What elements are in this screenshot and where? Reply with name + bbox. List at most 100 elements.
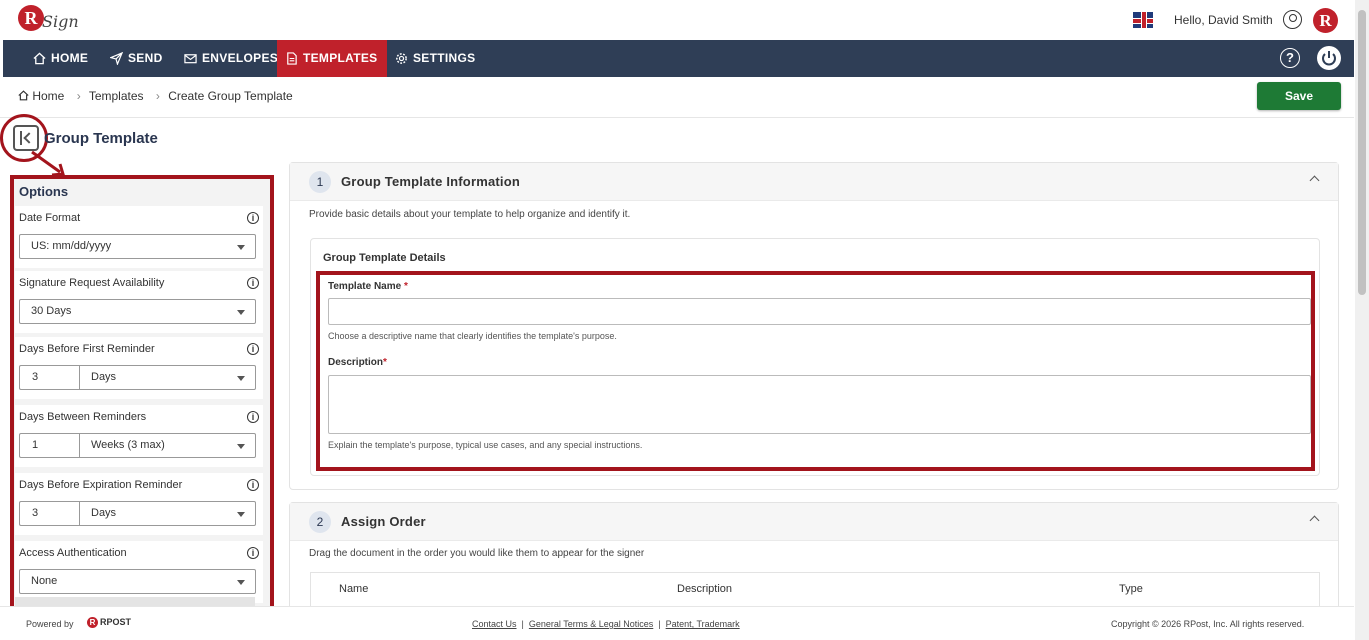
date-format-value: US: mm/dd/yyyy <box>31 240 112 252</box>
nav-send-label: SEND <box>128 51 163 65</box>
powered-by-text: Powered by <box>26 619 74 629</box>
access-auth-value: None <box>31 575 58 587</box>
caret-down-icon <box>237 444 245 449</box>
breadcrumb: Home › Templates › Create Group Template <box>18 89 297 103</box>
uk-flag-icon[interactable] <box>1133 12 1153 28</box>
options-title: Options <box>19 184 69 199</box>
section-order-description: Drag the document in the order you would… <box>309 548 645 559</box>
first-reminder-unit-select[interactable]: Days <box>79 365 256 390</box>
access-auth-label: Access Authentication <box>19 547 127 559</box>
footer-links: Contact Us | General Terms & Legal Notices… <box>472 619 740 629</box>
info-icon[interactable]: i <box>247 479 259 491</box>
save-button[interactable]: Save <box>1257 82 1341 110</box>
availability-select[interactable]: 30 Days <box>19 299 256 324</box>
brand-r-icon[interactable]: R <box>1313 8 1338 33</box>
required-marker: * <box>383 357 387 368</box>
rpost-logo: R RPOST <box>87 617 132 629</box>
page-title: Group Template <box>44 130 158 147</box>
user-profile-icon[interactable] <box>1283 10 1302 29</box>
nav-templates[interactable]: TEMPLATES <box>277 40 388 77</box>
vertical-scrollbar[interactable] <box>1355 0 1369 640</box>
home-icon <box>33 52 46 65</box>
nav-send[interactable]: SEND <box>102 40 163 77</box>
column-header-type[interactable]: Type <box>1119 583 1143 595</box>
column-header-description[interactable]: Description <box>677 583 732 595</box>
description-textarea[interactable] <box>328 375 1311 434</box>
section-info-header[interactable]: 1 Group Template Information <box>290 163 1338 201</box>
expiration-reminder-unit-select[interactable]: Days <box>79 501 256 526</box>
between-reminders-label: Days Between Reminders <box>19 411 147 423</box>
first-reminder-group: Days Before First Reminder i 3 Days <box>15 337 263 399</box>
logo-sign-text: Sign <box>42 12 79 31</box>
availability-label: Signature Request Availability <box>19 277 165 289</box>
first-reminder-unit: Days <box>91 371 117 383</box>
details-highlight: Template Name * Choose a descriptive nam… <box>316 271 1315 471</box>
scrollbar-thumb[interactable] <box>1358 10 1366 295</box>
template-details-box: Group Template Details Template Name * C… <box>310 238 1320 476</box>
caret-down-icon <box>237 310 245 315</box>
nav-home[interactable]: HOME <box>25 40 88 77</box>
logo-r: R <box>18 5 44 31</box>
date-format-select[interactable]: US: mm/dd/yyyy <box>19 234 256 259</box>
first-reminder-number[interactable]: 3 <box>19 365 79 390</box>
access-auth-group: Access Authentication i None <box>15 541 263 603</box>
rpost-r-icon: R <box>87 617 98 629</box>
section-order-title: Assign Order <box>341 514 426 529</box>
envelope-icon <box>184 54 197 64</box>
breadcrumb-separator: › <box>155 89 160 103</box>
info-icon[interactable]: i <box>247 547 259 559</box>
expiration-reminder-unit: Days <box>91 507 117 519</box>
section-order-header[interactable]: 2 Assign Order <box>290 503 1338 541</box>
description-label-text: Description <box>328 357 384 368</box>
details-title: Group Template Details <box>323 252 446 264</box>
date-format-label: Date Format <box>19 212 81 224</box>
rsign-logo[interactable]: R Sign <box>18 5 79 35</box>
nav-home-label: HOME <box>51 51 89 65</box>
user-greeting: Hello, David Smith <box>1174 13 1273 27</box>
patent-link[interactable]: Patent, Trademark <box>666 619 740 629</box>
contact-us-link[interactable]: Contact Us <box>472 619 517 629</box>
nav-settings-label: SETTINGS <box>413 51 476 65</box>
column-header-name[interactable]: Name <box>339 583 368 595</box>
footer: Powered by R RPOST Contact Us | General Ter… <box>0 606 1354 640</box>
nav-settings[interactable]: SETTINGS <box>387 40 475 77</box>
power-icon[interactable] <box>1317 46 1341 70</box>
caret-down-icon <box>237 245 245 250</box>
nav-templates-label: TEMPLATES <box>303 51 378 65</box>
access-auth-select[interactable]: None <box>19 569 256 594</box>
pipe-divider: | <box>521 619 524 629</box>
nav-envelopes[interactable]: ENVELOPES <box>176 40 278 77</box>
between-reminders-unit: Weeks (3 max) <box>91 439 165 451</box>
description-hint: Explain the template's purpose, typical … <box>328 440 643 450</box>
breadcrumb-templates[interactable]: Templates <box>89 89 144 103</box>
caret-down-icon <box>237 580 245 585</box>
options-panel: Options Date Format i US: mm/dd/yyyy Sig… <box>10 175 274 611</box>
help-icon[interactable]: ? <box>1280 48 1300 68</box>
section-info-description: Provide basic details about your templat… <box>309 209 631 220</box>
template-name-input[interactable] <box>328 298 1311 325</box>
between-reminders-group: Days Between Reminders i 1 Weeks (3 max) <box>15 405 263 467</box>
caret-down-icon <box>237 376 245 381</box>
breadcrumb-home[interactable]: Home <box>32 89 64 103</box>
step-number: 2 <box>309 511 331 533</box>
info-icon[interactable]: i <box>247 277 259 289</box>
info-icon[interactable]: i <box>247 212 259 224</box>
section-info-card: 1 Group Template Information Provide bas… <box>289 162 1339 490</box>
chevron-up-icon[interactable] <box>1309 515 1320 526</box>
between-reminders-unit-select[interactable]: Weeks (3 max) <box>79 433 256 458</box>
availability-value: 30 Days <box>31 305 72 317</box>
expiration-reminder-number[interactable]: 3 <box>19 501 79 526</box>
description-label: Description* <box>328 357 387 368</box>
terms-link[interactable]: General Terms & Legal Notices <box>529 619 653 629</box>
pipe-divider: | <box>658 619 661 629</box>
section-order-card: 2 Assign Order Drag the document in the … <box>289 502 1339 612</box>
caret-down-icon <box>237 512 245 517</box>
info-icon[interactable]: i <box>247 343 259 355</box>
between-reminders-number[interactable]: 1 <box>19 433 79 458</box>
info-icon[interactable]: i <box>247 411 259 423</box>
rpost-logo-text: RPOST <box>100 617 132 627</box>
expiration-reminder-label: Days Before Expiration Reminder <box>19 479 183 491</box>
chevron-up-icon[interactable] <box>1309 175 1320 186</box>
power-glyph <box>1322 51 1336 66</box>
date-format-group: Date Format i US: mm/dd/yyyy <box>15 206 263 268</box>
